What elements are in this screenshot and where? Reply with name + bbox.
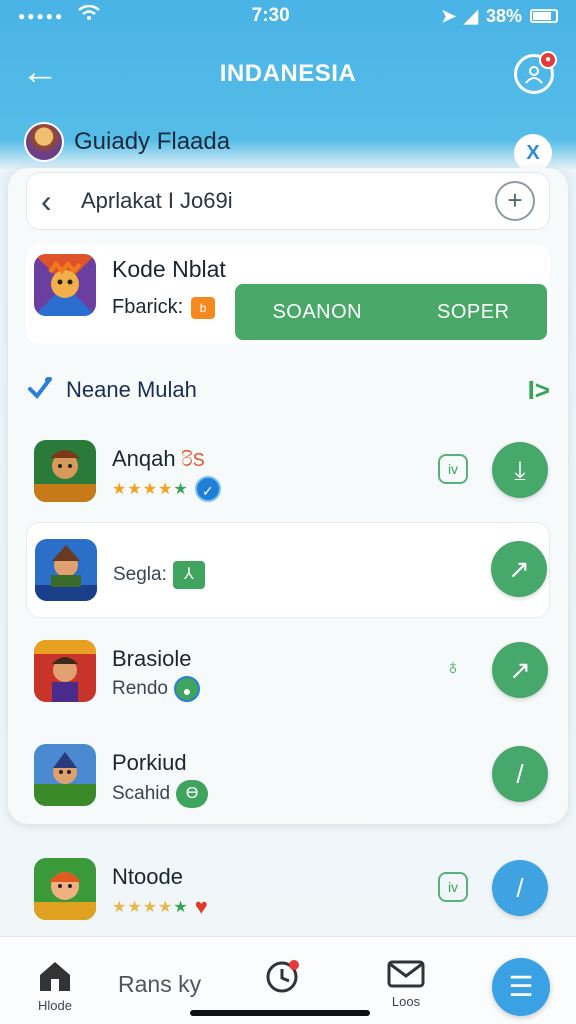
home-indicator[interactable] [190, 1010, 370, 1016]
category-badge-icon: ⅄ [172, 561, 205, 589]
nav-history[interactable] [262, 959, 302, 1000]
search-bar[interactable]: ‹ Aprlakat I Jo69i + [26, 172, 550, 230]
plus-icon[interactable]: + [495, 181, 535, 221]
rating-stars-orange: ★★★★ [112, 481, 174, 498]
leaf-icon[interactable]: ♁ [438, 654, 468, 684]
status-bar: ●●●●● 7:30 ➤ ◢ 38% [0, 0, 576, 32]
menu-icon[interactable]: ☰ [492, 958, 550, 1016]
profile-button[interactable]: ● [514, 51, 557, 94]
section-title: Neane Mulah [66, 377, 197, 402]
back-arrow-icon[interactable]: ← [20, 53, 60, 94]
app-sub: Scahid Ɵ [112, 780, 209, 808]
app-sub-label: Scahid [112, 783, 171, 804]
nav-logs[interactable]: Loos [384, 959, 428, 1009]
featured-app-icon [34, 254, 96, 316]
list-item[interactable]: Segla: ⅄ ↗ [26, 522, 550, 618]
check-icon [26, 373, 66, 408]
rating-stars-orange: ★★★★ [112, 899, 174, 916]
download-button[interactable]: ⤓ [492, 442, 548, 498]
nav-home-label: Hlode [38, 998, 72, 1013]
rating-star-green: ★ [173, 481, 189, 498]
list-item[interactable]: Ntoode ★★★★★ ♥ iv / [26, 842, 550, 938]
featured-sub-label: Fbarick: [112, 296, 184, 318]
search-input[interactable]: Aprlakat I Jo69i [81, 188, 495, 214]
notification-badge: ● [539, 51, 557, 69]
clock-icon [266, 960, 299, 993]
featured-app-sub: Fbarick: b [112, 296, 216, 319]
open-button[interactable]: ↗ [492, 642, 548, 698]
mail-icon [387, 960, 425, 988]
section-arrow-icon[interactable]: I> [528, 375, 550, 406]
open-button[interactable]: ↗ [491, 541, 547, 597]
soanon-button[interactable]: SOANON [272, 301, 362, 324]
list-item[interactable]: Anqah රිS ★★★★★ ✓ iv ⤓ [26, 424, 550, 520]
signal-dots-icon: ●●●●● [18, 9, 65, 23]
app-name: Porkiud [112, 750, 187, 775]
app-name: Brasiole [112, 646, 192, 671]
status-badge-icon: Ɵ [176, 780, 209, 808]
app-name: Ntoode [112, 864, 183, 889]
battery-percent: 38% [485, 5, 522, 26]
nav-home[interactable]: Hlode [30, 959, 80, 1013]
avatar [24, 122, 64, 162]
app-name: Anqah රිS [112, 446, 205, 472]
status-badge-icon: ● [174, 676, 200, 702]
info-icon[interactable]: iv [438, 872, 468, 902]
featured-app-name: Kode Nblat [112, 256, 226, 282]
nav-logs-label: Loos [391, 994, 421, 1009]
status-time: 7:30 [251, 5, 290, 26]
home-icon [40, 962, 70, 991]
location-icon: ➤ [441, 5, 457, 26]
app-sub-label: Rendo [112, 678, 168, 699]
app-icon [34, 640, 96, 702]
soper-button[interactable]: SOPER [437, 301, 510, 324]
wifi-icon [78, 4, 101, 27]
app-rating: ★★★★★ ✓ [112, 476, 221, 502]
info-icon[interactable]: iv [438, 454, 468, 484]
app-icon [34, 744, 96, 806]
featured-action-bar: SOANON SOPER [235, 284, 547, 340]
list-item[interactable]: Porkiud Scahid Ɵ / [26, 728, 550, 824]
app-icon [34, 858, 96, 920]
user-name: Guiady Flaada [74, 128, 231, 155]
app-sub: Segla: ⅄ [113, 561, 205, 589]
rating-star-green: ★ [173, 899, 189, 916]
orange-badge-icon: b [191, 296, 216, 319]
nav-middle-text[interactable]: Rans ky [118, 971, 201, 998]
rating-stars: ★★★★★ [112, 479, 189, 499]
app-rating: ★★★★★ ♥ [112, 894, 208, 920]
cellular-icon: ◢ [464, 5, 478, 26]
app-sub: Rendo ● [112, 676, 200, 702]
open-button[interactable]: / [492, 746, 548, 802]
rating-stars: ★★★★★ [112, 897, 189, 917]
battery-icon [530, 9, 558, 23]
open-button[interactable]: / [492, 860, 548, 916]
search-back-icon[interactable]: ‹ [41, 183, 71, 220]
app-sub-label: Segla: [113, 564, 167, 585]
app-tag: රිS [181, 450, 205, 470]
app-icon [35, 539, 97, 601]
app-name-text: Anqah [112, 446, 176, 471]
user-row[interactable]: Guiady Flaada [24, 120, 230, 164]
app-header: ← INDANESIA ● [0, 44, 576, 104]
close-button[interactable]: X [514, 134, 552, 172]
list-item[interactable]: Brasiole Rendo ● ♁ ↗ [26, 624, 550, 720]
verified-icon: ✓ [194, 476, 221, 502]
app-icon [34, 440, 96, 502]
page-title: INDANESIA [219, 60, 357, 87]
heart-icon: ♥ [194, 894, 208, 919]
section-header: Neane Mulah I> [26, 362, 550, 418]
